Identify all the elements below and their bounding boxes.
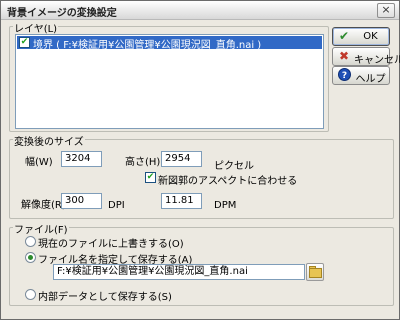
cancel-button[interactable]: ✖ キャンセル xyxy=(332,47,400,66)
help-icon: ? xyxy=(337,68,351,82)
dpm-field[interactable]: 11.81 xyxy=(161,193,202,209)
check-icon: ✔ xyxy=(338,29,350,43)
dpi-field[interactable]: 300 xyxy=(61,193,102,209)
dpm-unit-label: DPM xyxy=(214,200,237,211)
layer-checkbox[interactable]: ✔ xyxy=(19,37,30,48)
browse-button[interactable] xyxy=(306,263,324,281)
internal-radio[interactable] xyxy=(25,289,36,300)
file-group-label: ファイル(F) xyxy=(13,221,69,236)
aspect-checkbox[interactable]: ✔ xyxy=(145,172,156,183)
list-item[interactable]: ✔ 境界 ( F:¥検証用¥公園管理¥公園現況図_直角.nai ) xyxy=(17,36,322,51)
resolution-label: 解像度(R) xyxy=(21,200,66,211)
height-field[interactable]: 2954 xyxy=(161,151,202,167)
overwrite-option-label[interactable]: 現在のファイルに上書きする(O) xyxy=(38,235,184,250)
close-icon: × xyxy=(381,3,391,16)
aspect-label[interactable]: 新図郭のアスペクトに合わせる xyxy=(158,172,297,187)
internal-option-label[interactable]: 内部データとして保存する(S) xyxy=(38,288,172,303)
dpi-unit-label: DPI xyxy=(108,200,125,211)
overwrite-radio[interactable] xyxy=(25,236,36,247)
size-group-label: 変換後のサイズ xyxy=(13,133,85,148)
ok-button[interactable]: ✔ OK xyxy=(332,27,390,46)
layer-list[interactable]: ✔ 境界 ( F:¥検証用¥公園管理¥公園現況図_直角.nai ) xyxy=(15,34,324,129)
width-field[interactable]: 3204 xyxy=(61,151,102,167)
ok-button-label: OK xyxy=(363,31,378,42)
width-label: 幅(W) xyxy=(25,157,53,168)
help-button-label: ヘルプ xyxy=(355,74,386,85)
height-label: 高さ(H) xyxy=(125,157,161,168)
pixel-unit-label: ピクセル xyxy=(214,161,254,172)
title-bar[interactable]: 背景イメージの変換設定 × xyxy=(1,1,399,20)
cancel-button-label: キャンセル xyxy=(354,55,400,66)
file-path-field[interactable]: F:¥検証用¥公園管理¥公園現況図_直角.nai xyxy=(53,264,305,280)
save-as-radio[interactable] xyxy=(25,252,36,263)
close-button[interactable]: × xyxy=(377,3,395,18)
layer-group-label: レイヤ(L) xyxy=(13,20,59,35)
dialog-title: 背景イメージの変換設定 xyxy=(7,8,117,19)
layer-item-label: 境界 ( F:¥検証用¥公園管理¥公園現況図_直角.nai ) xyxy=(33,40,262,51)
help-button[interactable]: ? ヘルプ xyxy=(332,66,390,85)
dialog-window: 背景イメージの変換設定 × レイヤ(L) ✔ 境界 ( F:¥検証用¥公園管理¥… xyxy=(0,0,400,320)
svg-text:?: ? xyxy=(341,71,346,81)
x-icon: ✖ xyxy=(338,49,350,63)
